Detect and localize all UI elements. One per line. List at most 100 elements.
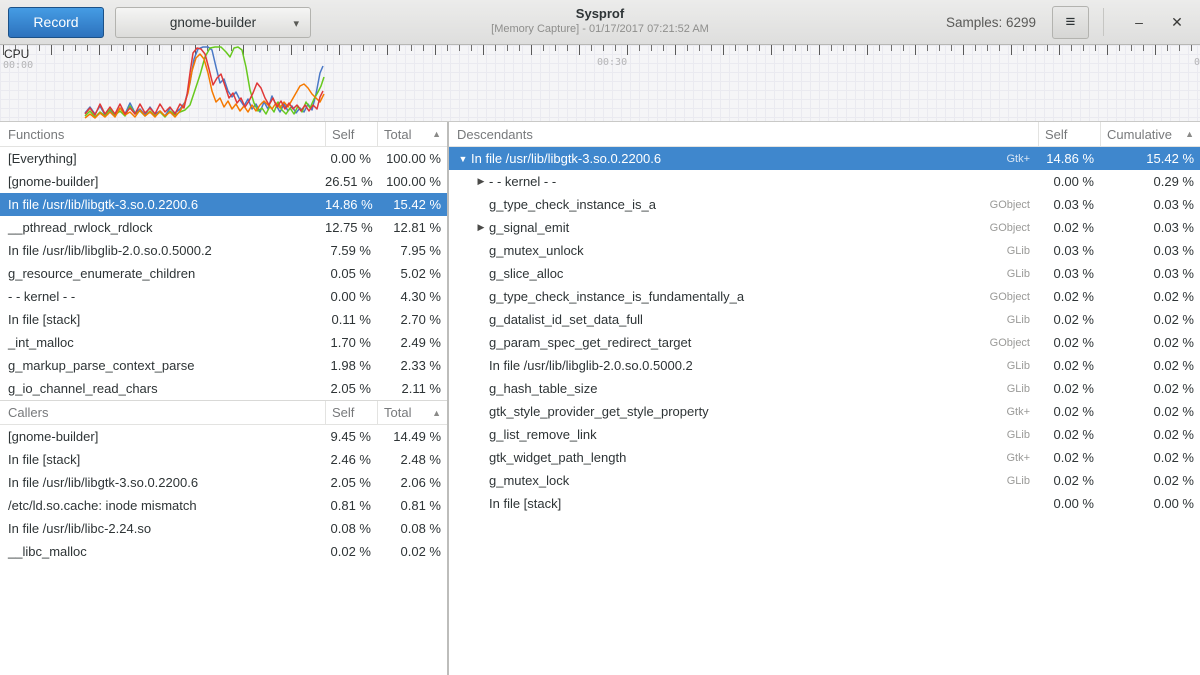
expander-open-icon[interactable]: ▼ xyxy=(455,154,471,164)
callers-column-header[interactable]: Callers xyxy=(0,405,325,420)
close-button[interactable]: ✕ xyxy=(1162,7,1192,37)
self-percent: 0.11 % xyxy=(325,312,377,327)
self-column-header[interactable]: Self xyxy=(325,401,377,424)
self-column-header[interactable]: Self xyxy=(1038,122,1100,146)
total-percent: 0.02 % xyxy=(377,544,447,559)
table-row[interactable]: In file /usr/lib/libgtk-3.so.0.2200.62.0… xyxy=(0,471,447,494)
total-percent: 12.81 % xyxy=(377,220,447,235)
tree-row[interactable]: ▶- - kernel - -0.00 %0.29 % xyxy=(449,170,1200,193)
table-row[interactable]: In file [stack]2.46 %2.48 % xyxy=(0,448,447,471)
tree-row[interactable]: gtk_widget_path_lengthGtk+0.02 %0.02 % xyxy=(449,446,1200,469)
tree-row[interactable]: g_datalist_id_set_data_fullGLib0.02 %0.0… xyxy=(449,308,1200,331)
self-percent: 0.00 % xyxy=(325,289,377,304)
table-row[interactable]: In file /usr/lib/libglib-2.0.so.0.5000.2… xyxy=(0,239,447,262)
library-category-badge: GLib xyxy=(1007,383,1038,395)
cumulative-percent: 15.42 % xyxy=(1100,151,1200,166)
expander-closed-icon[interactable]: ▶ xyxy=(473,222,489,233)
function-name: In file /usr/lib/libglib-2.0.so.0.5000.2 xyxy=(0,243,325,258)
self-percent: 0.08 % xyxy=(325,521,377,536)
self-column-header[interactable]: Self xyxy=(325,122,377,146)
tree-row[interactable]: g_mutex_lockGLib0.02 %0.02 % xyxy=(449,469,1200,492)
tree-row[interactable]: gtk_style_provider_get_style_propertyGtk… xyxy=(449,400,1200,423)
tree-row[interactable]: g_hash_table_sizeGLib0.02 %0.02 % xyxy=(449,377,1200,400)
descendants-column-header[interactable]: Descendants xyxy=(449,127,1038,142)
expander-closed-icon[interactable]: ▶ xyxy=(473,176,489,187)
table-row[interactable]: _int_malloc1.70 %2.49 % xyxy=(0,331,447,354)
total-percent: 100.00 % xyxy=(377,174,447,189)
functions-table-body: [Everything]0.00 %100.00 %[gnome-builder… xyxy=(0,147,447,400)
total-percent: 2.06 % xyxy=(377,475,447,490)
function-name: g_signal_emit xyxy=(489,220,569,235)
tree-row[interactable]: ▼In file /usr/lib/libgtk-3.so.0.2200.6Gt… xyxy=(449,147,1200,170)
self-percent: 9.45 % xyxy=(325,429,377,444)
cumulative-percent: 0.02 % xyxy=(1100,289,1200,304)
tree-row[interactable]: g_param_spec_get_redirect_targetGObject0… xyxy=(449,331,1200,354)
self-percent: 0.02 % xyxy=(1038,289,1100,304)
table-row[interactable]: [gnome-builder]9.45 %14.49 % xyxy=(0,425,447,448)
chevron-down-icon: ▾ xyxy=(293,17,299,30)
table-row[interactable]: [gnome-builder]26.51 %100.00 % xyxy=(0,170,447,193)
cumulative-column-header[interactable]: Cumulative ▲ xyxy=(1100,122,1200,146)
function-name: __libc_malloc xyxy=(0,544,325,559)
table-row[interactable]: In file [stack]0.11 %2.70 % xyxy=(0,308,447,331)
sort-ascending-icon: ▲ xyxy=(1185,129,1194,139)
library-category-badge: GLib xyxy=(1007,268,1038,280)
library-category-badge: Gtk+ xyxy=(1006,406,1038,418)
library-category-badge: GLib xyxy=(1007,314,1038,326)
left-pane: Functions Self Total ▲ [Everything]0.00 … xyxy=(0,122,449,675)
callers-table-body: [gnome-builder]9.45 %14.49 %In file [sta… xyxy=(0,425,447,563)
functions-column-header[interactable]: Functions xyxy=(0,127,325,142)
table-row[interactable]: In file /usr/lib/libgtk-3.so.0.2200.614.… xyxy=(0,193,447,216)
function-name: gtk_widget_path_length xyxy=(489,450,626,465)
total-column-header[interactable]: Total ▲ xyxy=(377,122,447,146)
table-row[interactable]: __pthread_rwlock_rdlock12.75 %12.81 % xyxy=(0,216,447,239)
function-name: g_slice_alloc xyxy=(489,266,563,281)
tree-row[interactable]: g_type_check_instance_is_fundamentally_a… xyxy=(449,285,1200,308)
tree-name-cell: ▶g_signal_emit xyxy=(449,220,990,235)
minimize-button[interactable]: – xyxy=(1124,7,1154,37)
self-percent: 0.81 % xyxy=(325,498,377,513)
tree-row[interactable]: In file [stack]0.00 %0.00 % xyxy=(449,492,1200,515)
function-name: In file [stack] xyxy=(0,452,325,467)
tree-row[interactable]: g_list_remove_linkGLib0.02 %0.02 % xyxy=(449,423,1200,446)
self-percent: 7.59 % xyxy=(325,243,377,258)
function-name: In file /usr/lib/libglib-2.0.so.0.5000.2 xyxy=(489,358,693,373)
tree-row[interactable]: In file /usr/lib/libglib-2.0.so.0.5000.2… xyxy=(449,354,1200,377)
cpu-graph[interactable]: CPU 00:00 00:30 01:00 xyxy=(0,45,1200,122)
process-selector-dropdown[interactable]: gnome-builder ▾ xyxy=(115,7,311,38)
time-label-mid: 00:30 xyxy=(597,57,627,68)
cumulative-percent: 0.02 % xyxy=(1100,335,1200,350)
table-row[interactable]: g_resource_enumerate_children0.05 %5.02 … xyxy=(0,262,447,285)
table-row[interactable]: - - kernel - -0.00 %4.30 % xyxy=(0,285,447,308)
tree-row[interactable]: g_mutex_unlockGLib0.03 %0.03 % xyxy=(449,239,1200,262)
table-row[interactable]: [Everything]0.00 %100.00 % xyxy=(0,147,447,170)
cumulative-percent: 0.03 % xyxy=(1100,197,1200,212)
self-percent: 12.75 % xyxy=(325,220,377,235)
function-name: g_datalist_id_set_data_full xyxy=(489,312,643,327)
menu-button[interactable]: ≡ xyxy=(1052,6,1089,39)
table-row[interactable]: __libc_malloc0.02 %0.02 % xyxy=(0,540,447,563)
tree-row[interactable]: ▶g_signal_emitGObject0.02 %0.03 % xyxy=(449,216,1200,239)
total-column-header[interactable]: Total ▲ xyxy=(377,401,447,424)
self-percent: 0.02 % xyxy=(1038,404,1100,419)
tree-name-cell: ▶- - kernel - - xyxy=(449,174,1030,189)
table-row[interactable]: g_io_channel_read_chars2.05 %2.11 % xyxy=(0,377,447,400)
cumulative-percent: 0.03 % xyxy=(1100,243,1200,258)
record-button[interactable]: Record xyxy=(8,7,104,38)
library-category-badge: GObject xyxy=(990,291,1038,303)
function-name: g_hash_table_size xyxy=(489,381,597,396)
table-row[interactable]: /etc/ld.so.cache: inode mismatch0.81 %0.… xyxy=(0,494,447,517)
function-name: [Everything] xyxy=(0,151,325,166)
tree-row[interactable]: g_slice_allocGLib0.03 %0.03 % xyxy=(449,262,1200,285)
self-percent: 2.05 % xyxy=(325,475,377,490)
function-name: _int_malloc xyxy=(0,335,325,350)
titlebar-separator xyxy=(1103,8,1104,36)
self-percent: 0.00 % xyxy=(1038,496,1100,511)
self-percent: 0.03 % xyxy=(1038,266,1100,281)
cumulative-percent: 0.03 % xyxy=(1100,220,1200,235)
cumulative-percent: 0.02 % xyxy=(1100,381,1200,396)
table-row[interactable]: g_markup_parse_context_parse1.98 %2.33 % xyxy=(0,354,447,377)
table-row[interactable]: In file /usr/lib/libc-2.24.so0.08 %0.08 … xyxy=(0,517,447,540)
tree-row[interactable]: g_type_check_instance_is_aGObject0.03 %0… xyxy=(449,193,1200,216)
function-name: g_param_spec_get_redirect_target xyxy=(489,335,691,350)
